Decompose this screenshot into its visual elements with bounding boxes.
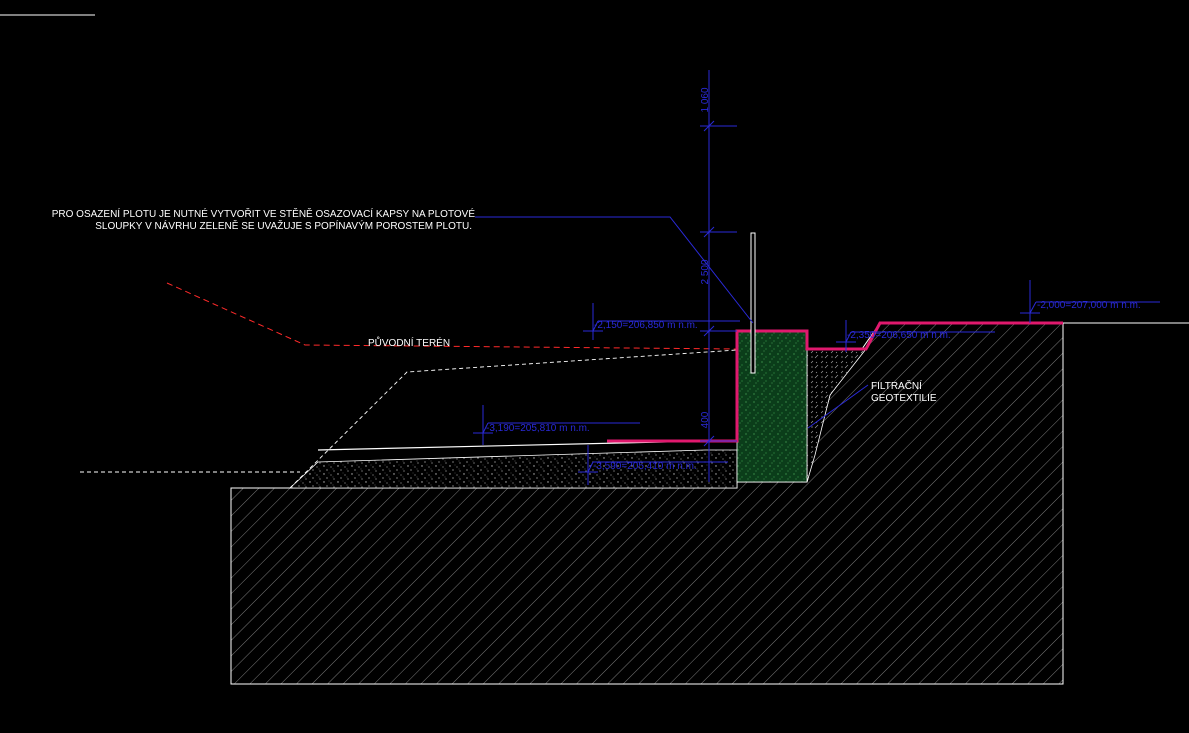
geotextile-label-2: GEOTEXTILIE [871, 393, 937, 404]
original-terrain-label: PŮVODNÍ TERÉN [368, 336, 450, 349]
soil-block [230, 322, 1064, 685]
level-top-right: -2,000=207,000 m n.m. [1037, 300, 1141, 311]
dimension-bottom: 400 [700, 411, 711, 428]
retaining-wall [736, 330, 808, 483]
note-leader [475, 216, 754, 324]
cad-drawing: 1 060 2 500 400 PRO OSAZENÍ PLOTU JE NUT… [0, 14, 1189, 685]
note-line-1: PRO OSAZENÍ PLOTU JE NUTNÉ VYTVOŘIT VE S… [52, 207, 476, 220]
geotextile-label-1: FILTRAČNÍ [871, 379, 922, 392]
level-lower-left: -3,190=205,810 m n.m. [486, 423, 590, 434]
dimension-top: 1 060 [700, 87, 711, 112]
fence-post [750, 232, 756, 374]
level-bottom-left: -3,590=205,410 m n.m. [593, 461, 697, 472]
original-terrain-line [166, 282, 738, 350]
level-right-step: -2,350=206,650 m n.m. [847, 330, 951, 341]
level-wall-top: -2,150=206,850 m n.m. [594, 320, 698, 331]
note-line-2: SLOUPKY V NÁVRHU ZELENĚ SE UVAŽUJE S POP… [95, 219, 472, 232]
